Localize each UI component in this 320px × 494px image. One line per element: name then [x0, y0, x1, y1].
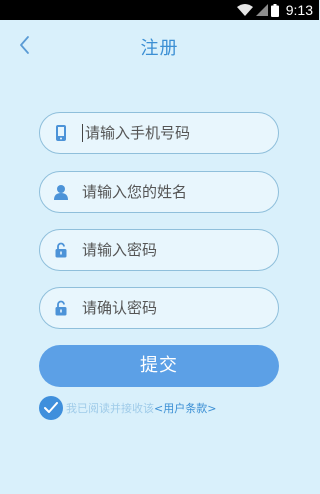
agreement-text: 我已阅读并接收该	[66, 402, 154, 415]
lock-icon	[40, 300, 82, 316]
password-input[interactable]	[82, 241, 278, 259]
phone-field[interactable]	[39, 112, 279, 154]
lock-icon	[40, 242, 82, 258]
status-icons: 9:13	[236, 0, 319, 20]
confirm-password-input[interactable]	[82, 299, 278, 317]
user-icon	[40, 184, 82, 200]
password-field[interactable]	[39, 229, 279, 271]
agreement-row: 我已阅读并接收该 <用户条款>	[39, 396, 216, 420]
agreement-checkbox[interactable]	[39, 396, 63, 420]
wifi-icon	[236, 4, 253, 16]
status-time: 9:13	[285, 2, 313, 18]
signal-icon	[255, 4, 268, 16]
name-input[interactable]	[82, 183, 278, 201]
phone-input[interactable]	[85, 124, 278, 142]
phone-icon	[40, 124, 82, 142]
battery-icon	[270, 3, 279, 17]
header: 注册	[0, 20, 319, 70]
text-cursor	[82, 124, 83, 142]
terms-link[interactable]: <用户条款>	[154, 400, 216, 416]
status-bar: 9:13	[0, 0, 319, 20]
submit-button[interactable]: 提交	[39, 345, 279, 387]
name-field[interactable]	[39, 171, 279, 213]
page-title: 注册	[140, 38, 179, 59]
check-icon	[44, 402, 58, 413]
confirm-password-field[interactable]	[39, 287, 279, 329]
